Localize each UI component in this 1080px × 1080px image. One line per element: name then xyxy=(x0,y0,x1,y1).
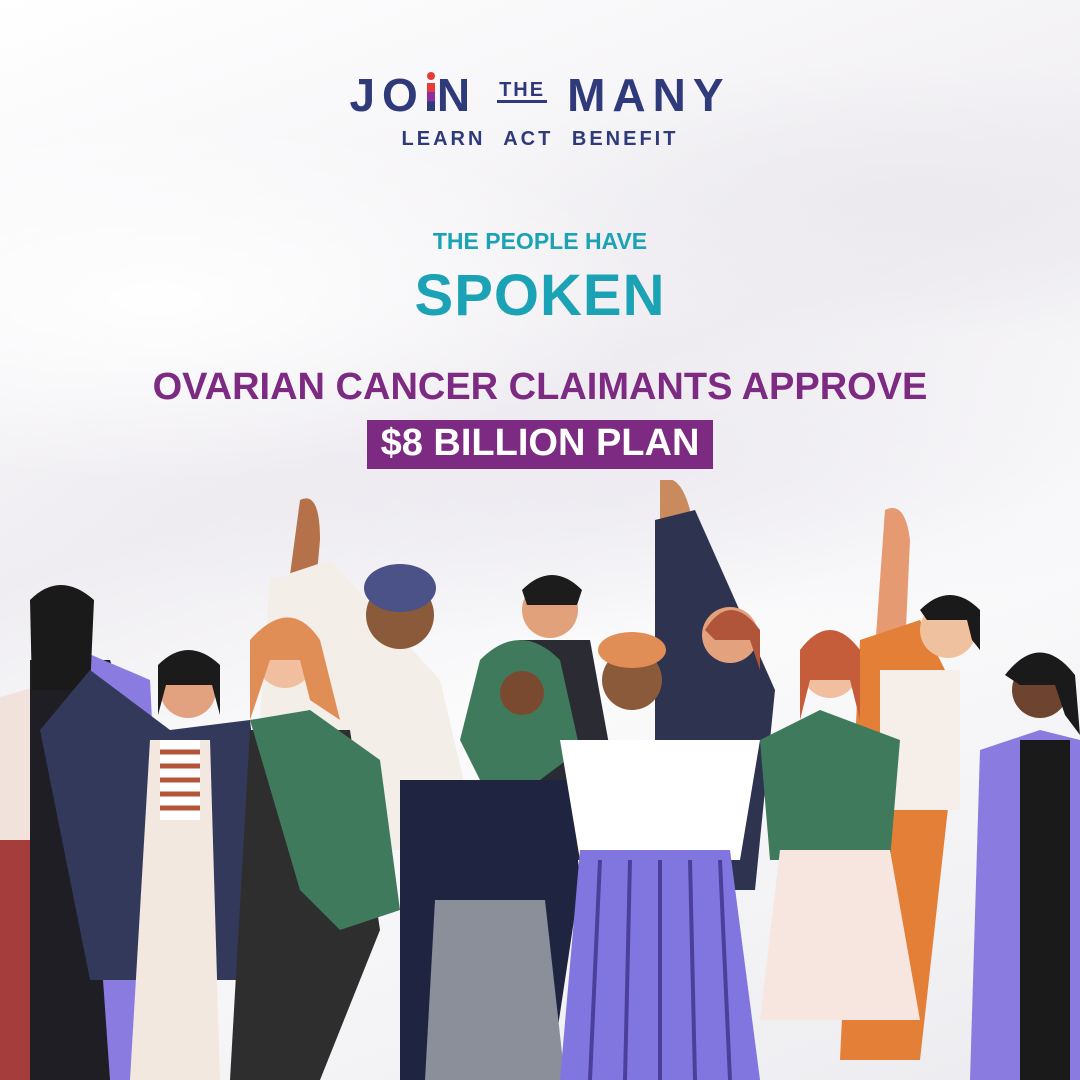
logo-many: MANY xyxy=(567,69,731,121)
logo-wordmark: JO N THE MANY xyxy=(349,68,730,122)
logo-tagline: LEARN ACT BENEFIT xyxy=(401,128,679,150)
logo: JO N THE MANY LEARN ACT BENEFIT xyxy=(0,68,1080,151)
logo-the: THE xyxy=(497,78,548,103)
crowd-of-women-illustration xyxy=(0,480,1080,1080)
logo-join: JO N xyxy=(349,68,478,122)
logo-i-mark xyxy=(425,68,437,122)
highlight-banner: $8 BILLION PLAN xyxy=(366,420,714,469)
subheadline: OVARIAN CANCER CLAIMANTS APPROVE xyxy=(152,366,928,408)
kicker-text: THE PEOPLE HAVE xyxy=(432,228,648,254)
headline: SPOKEN xyxy=(414,263,666,328)
